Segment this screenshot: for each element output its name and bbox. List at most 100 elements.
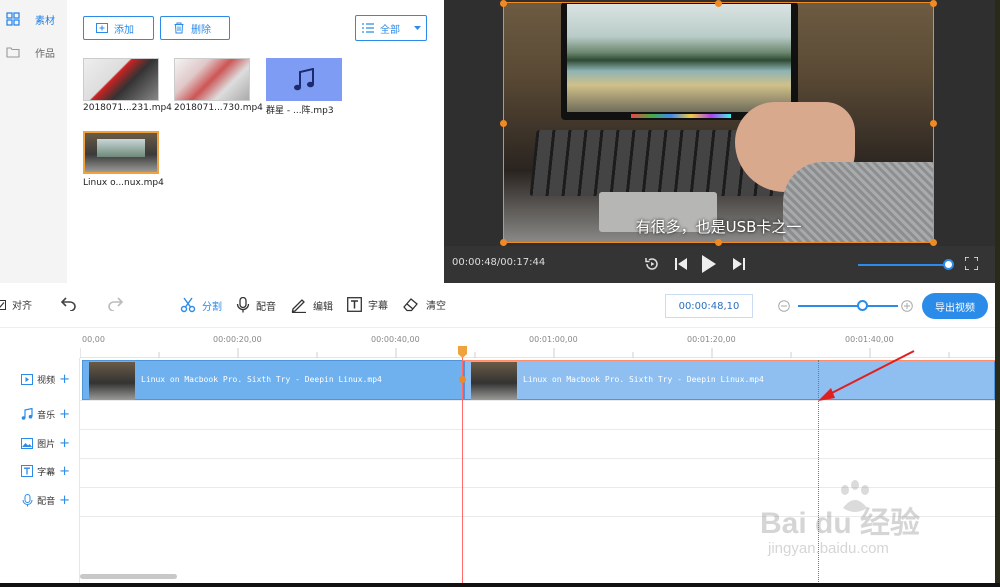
media-thumbnail — [83, 131, 159, 174]
folder-icon — [6, 47, 20, 58]
image-icon — [21, 437, 34, 449]
track-label-text: 图片 — [37, 439, 56, 450]
text-box-icon — [347, 297, 362, 312]
replay-icon[interactable] — [644, 256, 660, 272]
volume-slider-handle[interactable] — [943, 259, 954, 270]
track-label-text: 视频 — [37, 375, 56, 386]
nav-item-label: 作品 — [35, 48, 55, 60]
track-label-dub: 配音 + — [0, 486, 80, 514]
grid-icon — [6, 12, 20, 26]
media-thumbnail — [83, 58, 159, 101]
list-icon — [362, 23, 374, 33]
dub-button[interactable]: 配音 — [236, 297, 276, 313]
left-nav: 素材 作品 — [0, 0, 67, 283]
filter-dropdown[interactable]: 全部 — [355, 15, 427, 41]
clip-title: Linux on Macbook Pro. Sixth Try - Deepin… — [523, 375, 764, 384]
volume-slider-track[interactable] — [858, 264, 948, 266]
add-music-button[interactable]: + — [59, 407, 70, 422]
media-thumbnail — [174, 58, 250, 101]
clip-thumbnail — [471, 362, 517, 400]
add-button[interactable]: 添加 — [83, 16, 154, 40]
edit-button[interactable]: 编辑 — [291, 297, 333, 313]
split-button[interactable]: 分割 — [180, 297, 222, 313]
nav-item-label: 素材 — [35, 15, 55, 27]
track-label-text: 音乐 — [37, 410, 56, 421]
image-track[interactable] — [80, 430, 995, 459]
redo-icon[interactable] — [107, 297, 125, 311]
eraser-icon — [403, 298, 418, 312]
align-toggle[interactable]: 对齐 — [0, 297, 32, 312]
thumbnail-screen — [97, 139, 145, 157]
mic-icon — [22, 493, 33, 506]
media-label: 2018071...730.mp4 — [174, 103, 263, 113]
track-label-image: 图片 + — [0, 429, 80, 457]
media-label: 群星 - ...阵.mp3 — [266, 106, 334, 116]
delete-button[interactable]: 删除 — [160, 16, 230, 40]
music-track[interactable] — [80, 401, 995, 430]
edit-label: 编辑 — [313, 301, 333, 313]
ruler-tick-label: 00:01:20,00 — [687, 335, 736, 344]
media-label: Linux o...nux.mp4 — [83, 178, 164, 188]
music-icon — [21, 408, 33, 420]
clear-button[interactable]: 清空 — [403, 297, 446, 312]
player-timecode: 00:00:48/00:17:44 — [452, 257, 546, 268]
nav-item-materials[interactable]: 素材 — [0, 7, 67, 31]
selection-border — [503, 2, 934, 243]
video-clip[interactable]: Linux on Macbook Pro. Sixth Try - Deepin… — [82, 360, 464, 400]
add-label: 添加 — [114, 24, 134, 36]
track-label-text: 配音 — [37, 496, 56, 507]
clip-split-handle[interactable] — [459, 376, 466, 383]
ruler-tick-label: 00:00:40,00 — [371, 335, 420, 344]
export-video-button[interactable]: 导出视频 — [922, 293, 988, 319]
timeline-scrollbar[interactable] — [80, 574, 177, 579]
annotation-arrow-icon — [818, 350, 915, 401]
zoom-slider-track[interactable] — [798, 305, 898, 307]
zoom-slider-handle[interactable] — [857, 300, 868, 311]
fullscreen-icon[interactable] — [965, 257, 978, 270]
play-icon[interactable] — [702, 255, 716, 273]
add-dub-button[interactable]: + — [59, 493, 70, 508]
window-edge-right — [995, 0, 1000, 587]
chevron-down-icon — [414, 26, 421, 30]
zoom-in-icon[interactable] — [901, 300, 913, 312]
clip-title: Linux on Macbook Pro. Sixth Try - Deepin… — [141, 375, 382, 384]
caption-label: 字幕 — [368, 301, 388, 312]
clear-label: 清空 — [426, 301, 446, 312]
track-label-text: 字幕 — [37, 467, 56, 478]
playhead-handle[interactable] — [458, 346, 467, 358]
ruler-tick-label: 00,00 — [82, 335, 105, 344]
watermark-brand: Bai du 经验 — [760, 507, 921, 540]
music-note-icon — [294, 67, 314, 90]
add-image-button[interactable]: + — [59, 436, 70, 451]
media-label: 2018071...231.mp4 — [83, 103, 172, 113]
filter-label: 全部 — [380, 24, 400, 36]
next-frame-icon[interactable] — [733, 257, 745, 271]
audio-thumbnail — [266, 58, 342, 101]
window-edge-bottom — [0, 583, 1000, 587]
add-video-button[interactable]: + — [59, 372, 70, 387]
add-file-icon — [96, 23, 108, 33]
nav-item-works[interactable]: 作品 — [0, 40, 67, 64]
microphone-icon — [236, 297, 250, 313]
track-label-caption: 字幕 + — [0, 457, 80, 485]
delete-label: 删除 — [191, 24, 211, 36]
previous-frame-icon[interactable] — [675, 257, 687, 271]
watermark-url: jingyan.baidu.com — [768, 540, 889, 557]
video-icon — [21, 373, 34, 385]
caption-button[interactable]: 字幕 — [347, 297, 388, 312]
split-label: 分割 — [202, 301, 222, 313]
scissors-icon — [180, 297, 196, 313]
ruler-tick-label: 00:00:20,00 — [213, 335, 262, 344]
undo-icon[interactable] — [59, 297, 77, 311]
checkbox-icon — [0, 299, 6, 310]
video-editor-app: 素材 作品 添加 删除 全部 2018071...231.mp4 2018071… — [0, 0, 995, 583]
pencil-icon — [291, 299, 306, 313]
ruler-tick-label: 00:01:40,00 — [845, 335, 894, 344]
track-label-music: 音乐 + — [0, 400, 80, 428]
dub-label: 配音 — [256, 301, 276, 313]
time-input[interactable]: 00:00:48,10 — [665, 294, 753, 318]
add-caption-button[interactable]: + — [59, 464, 70, 479]
clip-thumbnail — [89, 362, 135, 400]
text-icon — [21, 465, 34, 477]
zoom-out-icon[interactable] — [778, 300, 790, 312]
